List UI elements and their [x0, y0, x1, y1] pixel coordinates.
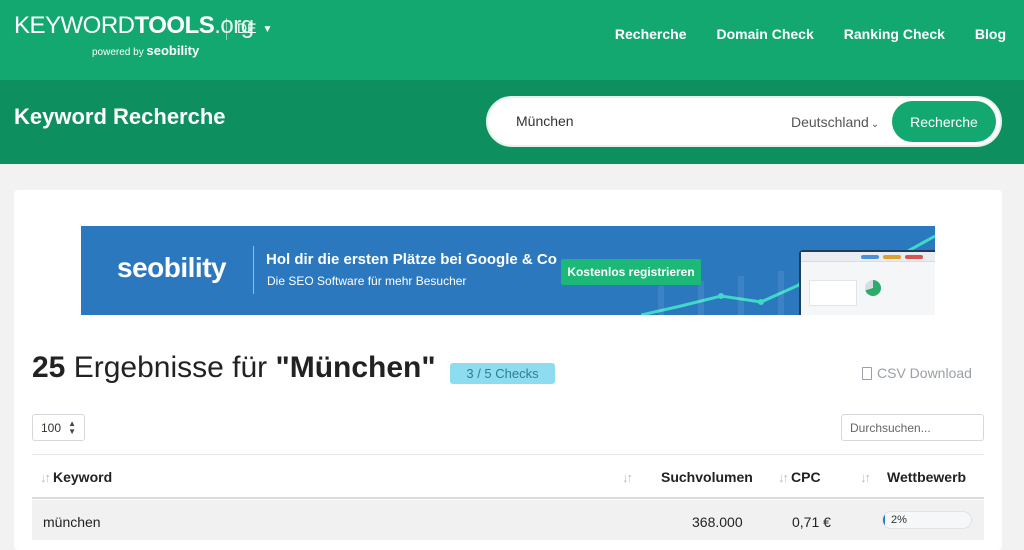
sort-icon: ↓↑ — [778, 470, 789, 485]
page-title: Keyword Recherche — [14, 104, 226, 129]
language-selector[interactable]: DE ▼ — [237, 20, 272, 36]
cell-keyword[interactable]: münchen — [43, 514, 101, 530]
banner-headline: Hol dir die ersten Plätze bei Google & C… — [266, 251, 557, 268]
register-button[interactable]: Kostenlos registrieren — [561, 259, 701, 285]
competition-label: 2% — [891, 514, 907, 526]
sort-icon: ↓↑ — [622, 470, 633, 485]
divider — [226, 18, 227, 40]
column-keyword[interactable]: ↓↑ Keyword — [40, 469, 112, 485]
nav-item-blog[interactable]: Blog — [975, 26, 1006, 42]
column-competition[interactable]: ↓↑ Wettbewerb — [860, 469, 966, 485]
country-label: Deutschland — [791, 114, 869, 130]
results-query: "München" — [275, 351, 436, 384]
banner-brand: seobility — [117, 252, 227, 283]
competition-bar: 2% — [882, 511, 972, 529]
site-logo[interactable]: KEYWORDTOOLS.org powered by seobility — [14, 12, 254, 58]
main-nav: Recherche Domain Check Ranking Check Blo… — [615, 26, 1006, 42]
language-label: DE — [237, 20, 257, 36]
table-row[interactable]: münchen 368.000 0,71 € 2% — [32, 500, 984, 540]
country-select[interactable]: Deutschland ⌄ — [791, 114, 879, 130]
page-size-select[interactable]: 100 ▲ ▼ — [32, 414, 85, 441]
sort-arrows-icon: ▲ ▼ — [68, 419, 76, 436]
chevron-down-icon: ⌄ — [870, 119, 880, 130]
results-count: 25 — [32, 351, 66, 384]
banner-subline: Die SEO Software für mehr Besucher — [267, 274, 467, 288]
logo-wordmark: KEYWORDTOOLS.org — [14, 12, 254, 39]
table-header: ↓↑ Keyword ↓↑ Suchvolumen ↓↑ CPC ↓↑ Wettbew… — [32, 454, 984, 499]
top-navbar: KEYWORDTOOLS.org powered by seobility DE… — [0, 0, 1024, 80]
competition-bar-fill — [883, 512, 885, 528]
file-icon — [862, 367, 872, 380]
sort-icon: ↓↑ — [40, 470, 51, 485]
csv-label: CSV Download — [877, 365, 972, 381]
nav-item-domain-check[interactable]: Domain Check — [717, 26, 814, 42]
search-button[interactable]: Recherche — [892, 101, 996, 142]
app-screenshot-illustration — [799, 250, 935, 315]
checks-badge: 3 / 5 Checks — [450, 363, 555, 384]
csv-download-link[interactable]: CSV Download — [862, 365, 972, 381]
nav-item-ranking-check[interactable]: Ranking Check — [844, 26, 945, 42]
table-search-input[interactable] — [841, 414, 984, 441]
keyword-input[interactable] — [516, 113, 756, 129]
ad-banner[interactable]: seobility Hol dir die ersten Plätze bei … — [81, 226, 935, 315]
column-cpc[interactable]: ↓↑ CPC — [778, 469, 821, 485]
logo-powered-by: powered by seobility — [92, 43, 200, 58]
column-sort-toggle[interactable]: ↓↑ — [622, 469, 635, 485]
column-volume[interactable]: Suchvolumen — [661, 469, 753, 485]
page-size-value: 100 — [41, 421, 62, 435]
results-heading: 25 Ergebnisse für "München" — [32, 351, 436, 385]
chevron-down-icon: ▼ — [262, 24, 273, 35]
results-card: seobility Hol dir die ersten Plätze bei … — [14, 190, 1002, 550]
sort-icon: ↓↑ — [860, 470, 871, 485]
search-box: Deutschland⌄ Recherche — [486, 96, 1002, 147]
divider — [253, 246, 254, 294]
results-label: Ergebnisse für — [65, 351, 276, 384]
nav-item-recherche[interactable]: Recherche — [615, 26, 687, 42]
cell-volume: 368.000 — [692, 514, 743, 530]
cell-cpc: 0,71 € — [792, 514, 831, 530]
search-band: Keyword Recherche Deutschland⌄ Recherche — [0, 80, 1024, 164]
